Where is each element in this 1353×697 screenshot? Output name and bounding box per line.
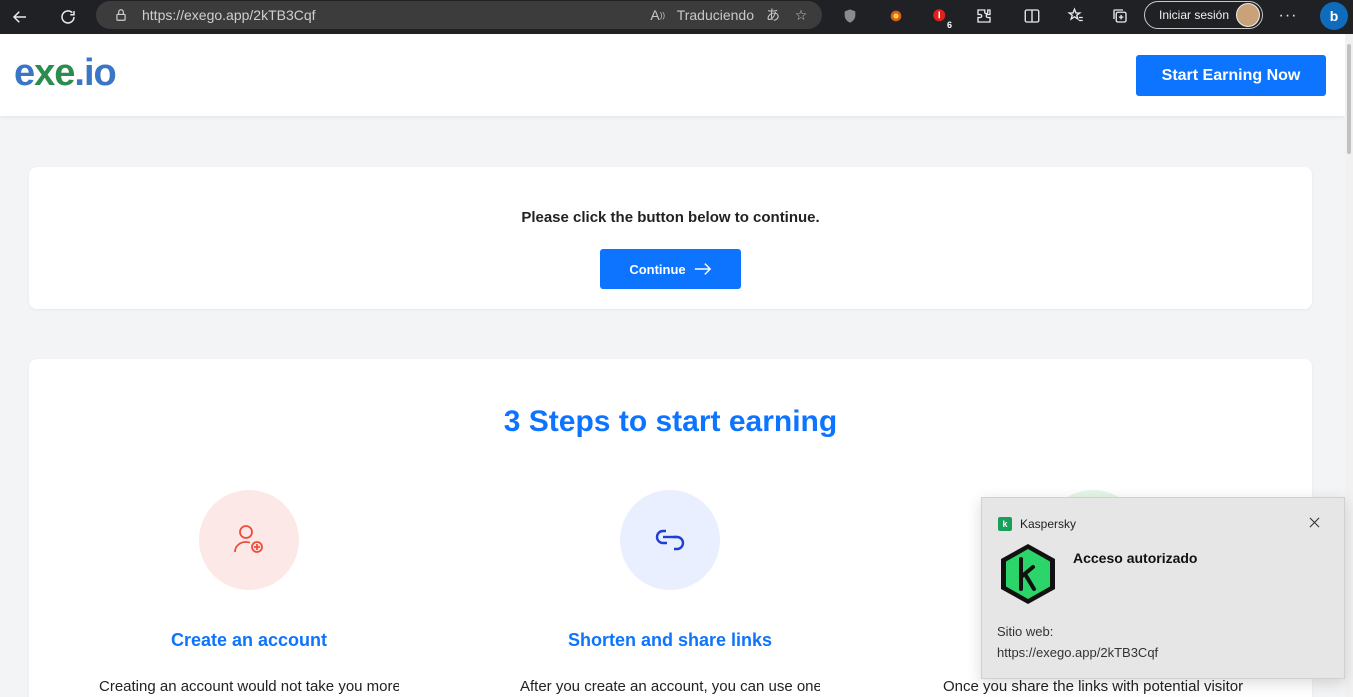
adblock-extension-icon[interactable]: 6 (928, 4, 952, 30)
kaspersky-notification: k Kaspersky Acceso autorizado Sitio web:… (981, 497, 1345, 679)
bing-copilot-icon[interactable]: b (1320, 2, 1348, 30)
scrollbar-thumb[interactable] (1347, 44, 1351, 154)
back-icon[interactable] (6, 3, 34, 31)
site-header: exe.io Start Earning Now (0, 34, 1345, 116)
step-title: Create an account (170, 630, 328, 650)
add-user-icon (234, 525, 263, 553)
link-icon (655, 529, 685, 551)
steps-heading: 3 Steps to start earning (503, 405, 838, 438)
more-options-icon[interactable]: ··· (1276, 4, 1300, 28)
step-title: Shorten and share links (567, 630, 773, 650)
start-earning-button[interactable]: Start Earning Now (1136, 55, 1326, 96)
continue-message: Please click the button below to continu… (521, 209, 820, 226)
browser-toolbar: https://exego.app/2kTB3Cqf A)) Traducien… (0, 0, 1353, 34)
favorites-icon[interactable] (1064, 4, 1088, 28)
signin-label: Iniciar sesión (1159, 8, 1230, 22)
extension-badge: 6 (946, 20, 952, 30)
toast-title: Acceso autorizado (1073, 550, 1198, 566)
kaspersky-logo-icon (1001, 544, 1055, 604)
exe-io-logo[interactable]: exe.io (14, 52, 117, 95)
step-description: Creating an account would not take you m… (99, 678, 399, 695)
lock-icon (116, 9, 126, 21)
address-bar[interactable]: https://exego.app/2kTB3Cqf A)) Traducien… (96, 1, 822, 29)
split-screen-icon[interactable] (1020, 4, 1044, 28)
fox-extension-icon[interactable] (884, 4, 908, 28)
translate-status: Traduciendo (676, 7, 754, 23)
step-description: After you create an account, you can use… (520, 678, 820, 695)
continue-button[interactable]: Continue (600, 249, 741, 289)
toast-brand: k Kaspersky (998, 517, 1076, 531)
refresh-icon[interactable] (54, 3, 82, 31)
url-text: https://exego.app/2kTB3Cqf (142, 7, 316, 23)
translate-icon[interactable]: あ (764, 6, 782, 24)
step-icon-circle (620, 490, 720, 590)
toast-site-label: Sitio web: (997, 624, 1054, 639)
collections-icon[interactable] (1108, 4, 1132, 28)
avatar (1236, 3, 1260, 27)
arrow-right-icon (694, 263, 711, 275)
extensions-puzzle-icon[interactable] (972, 4, 996, 28)
read-aloud-icon[interactable]: A)) (649, 6, 667, 24)
step-icon-circle (199, 490, 299, 590)
continue-card: Please click the button below to continu… (29, 167, 1312, 309)
toast-site-url: https://exego.app/2kTB3Cqf (997, 645, 1159, 660)
favorite-star-icon[interactable]: ☆ (792, 6, 810, 24)
continue-label: Continue (629, 261, 686, 277)
step-description: Once you share the links with potential … (943, 678, 1243, 695)
shield-extension-icon[interactable] (838, 4, 862, 28)
close-icon[interactable] (1304, 512, 1324, 532)
kaspersky-small-icon: k (998, 517, 1012, 531)
page-scrollbar[interactable] (1345, 34, 1353, 697)
signin-button[interactable]: Iniciar sesión (1144, 1, 1263, 29)
toast-brand-name: Kaspersky (1020, 517, 1077, 531)
